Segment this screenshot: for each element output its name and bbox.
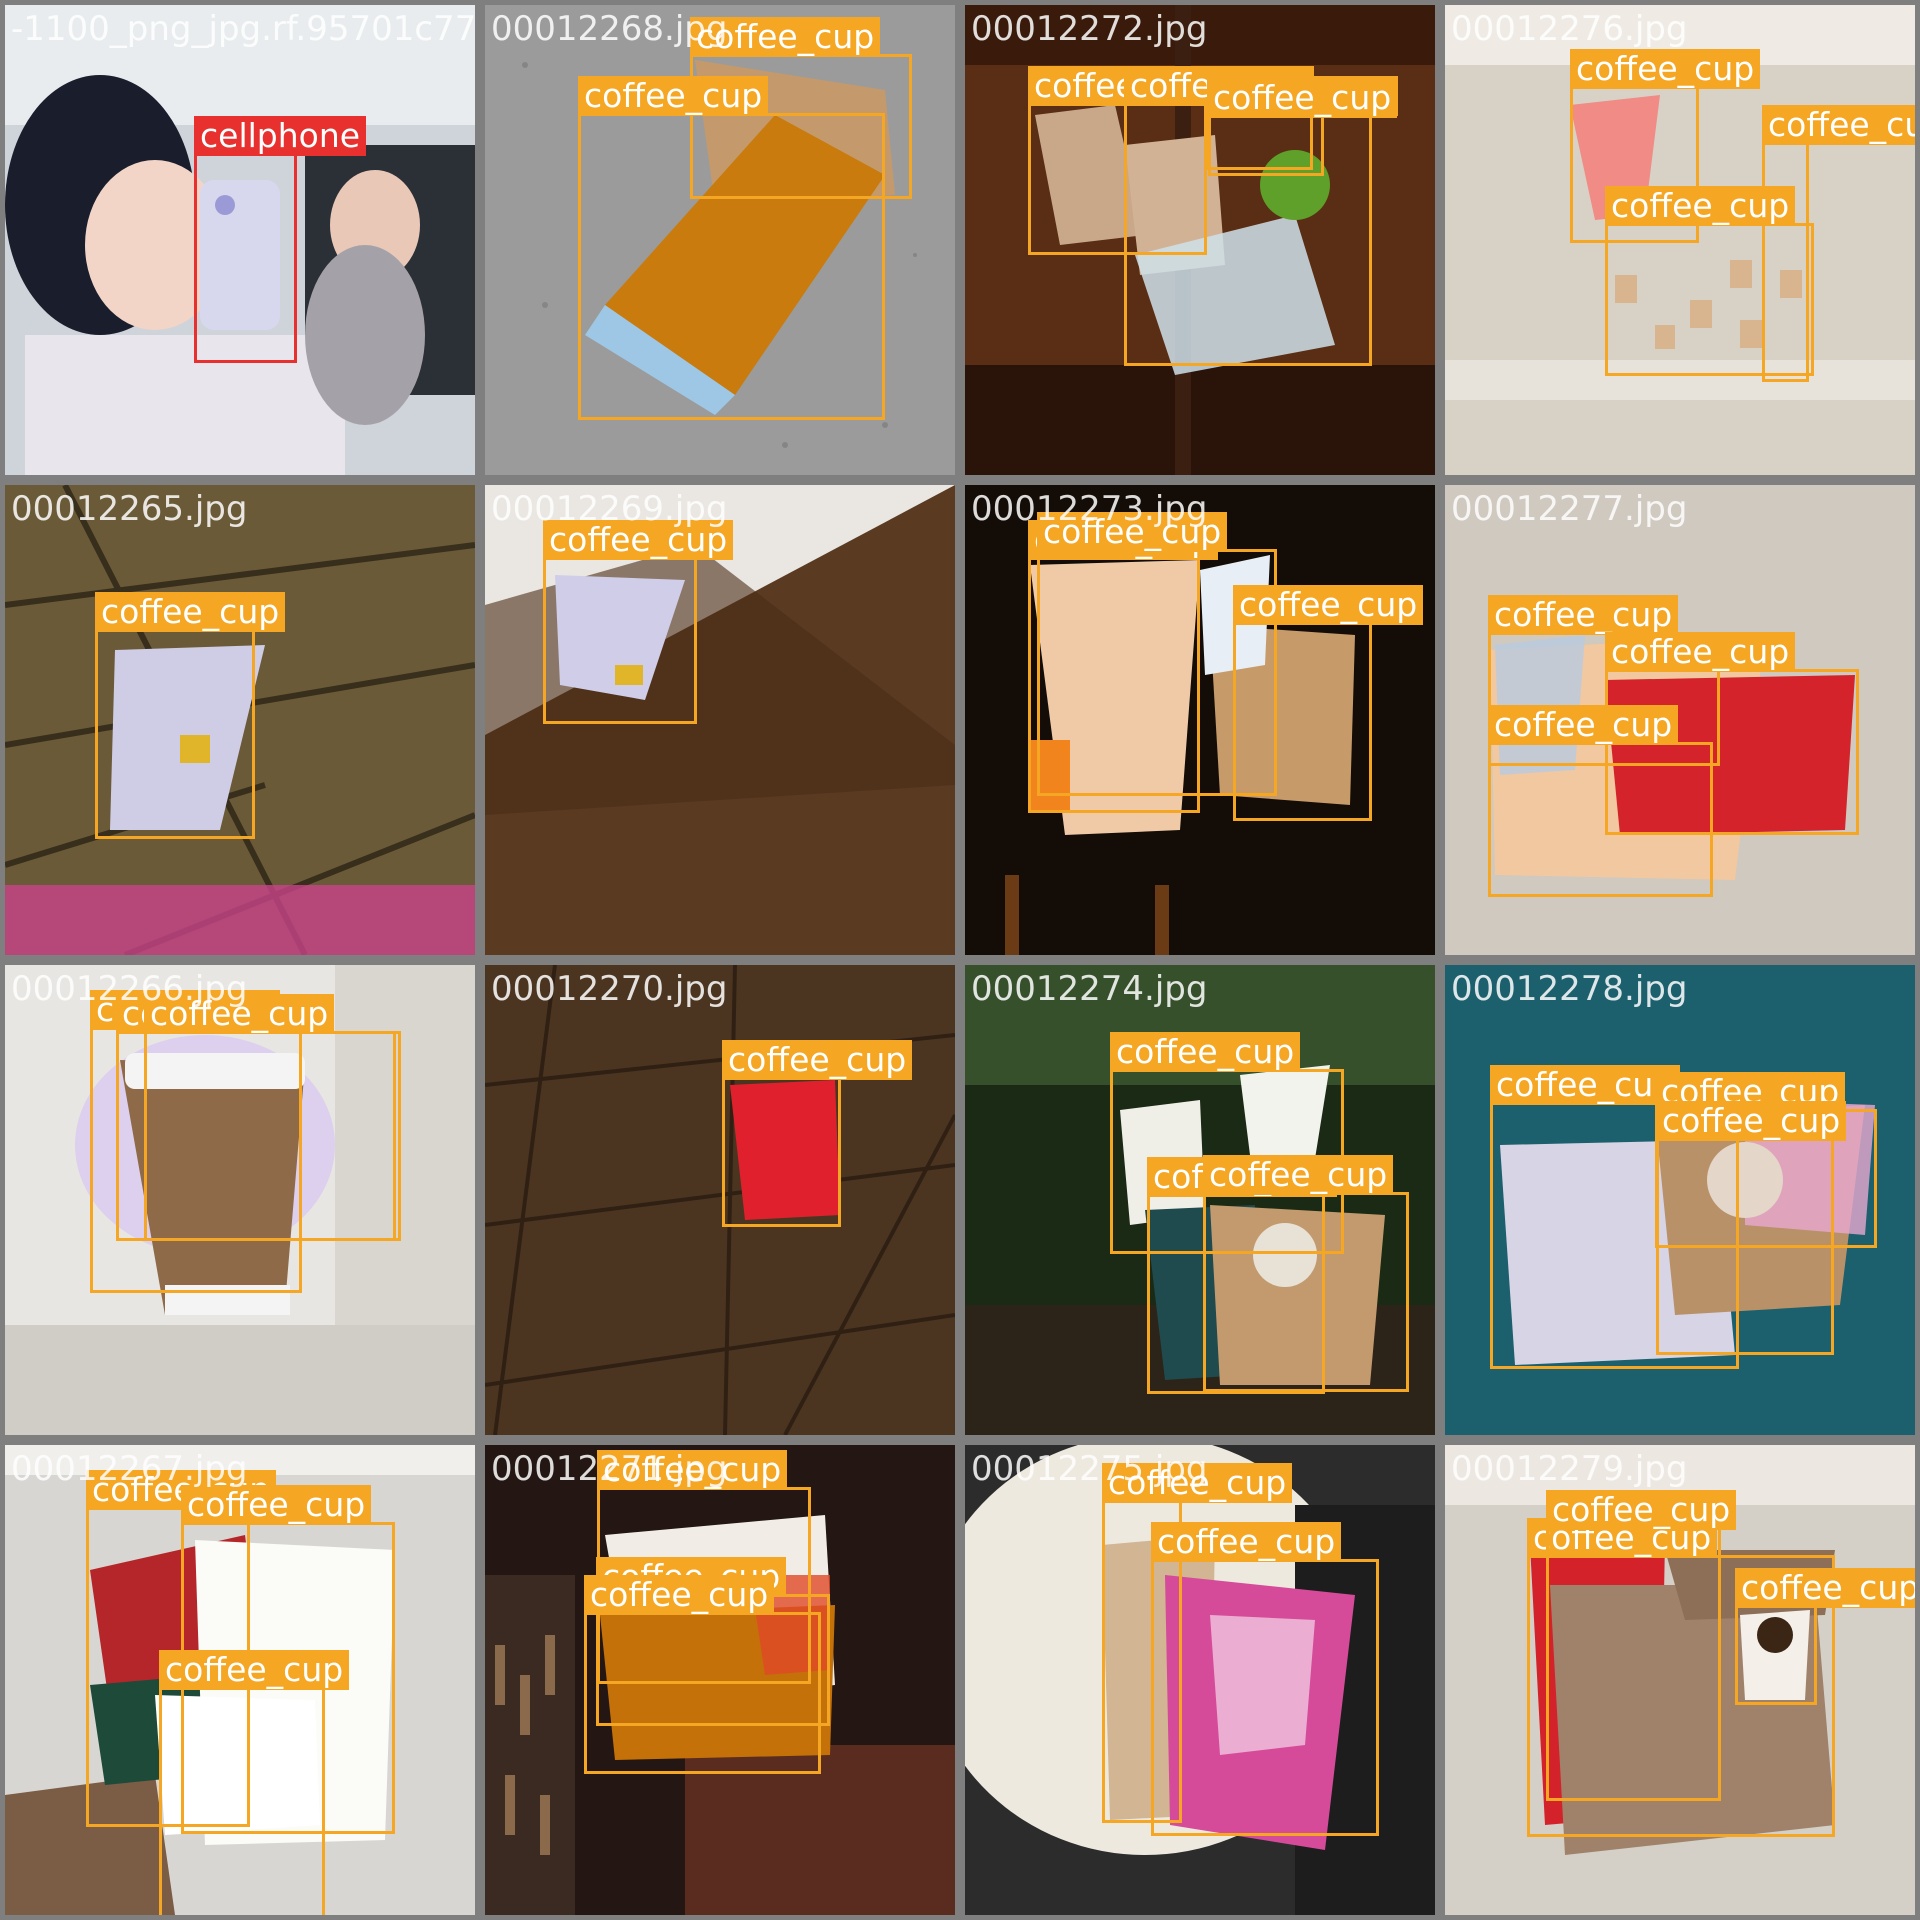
coffee-cup-detection-box: coffee_cup — [543, 520, 734, 724]
detection-label: coffee_cup — [159, 1650, 350, 1690]
detection-label: coffee_cup — [543, 520, 734, 560]
detection-tile: coffee_cupcoffee_cupcoffee_cup00012271.j… — [485, 1445, 955, 1915]
detection-label: coffee_cup — [1570, 49, 1761, 89]
detection-tile: coffee_cup 00012265.jpg — [5, 485, 475, 955]
detection-tile: coffee_cupcoffee_cupcoffee_cup00012273.j… — [965, 485, 1435, 955]
coffee-cup-detection-box: coffee_cup — [1207, 78, 1398, 170]
detection-tile: coffee_cupcoffee_cupcoffee_cup00012266.j… — [5, 965, 475, 1435]
coffee-cup-detection-box: coffee_cup — [1488, 705, 1713, 897]
detection-tile: cellphone -1100_png_jpg.rf.95701c776 — [5, 5, 475, 475]
detection-tile: coffee_cup coffee_cup coffee_cup 00012279.j… — [1445, 1445, 1915, 1915]
detection-label: coffee_cup — [690, 17, 881, 57]
detection-label: coffee_cup — [1656, 1101, 1847, 1141]
detection-label: coffee_cup — [722, 1040, 913, 1080]
detection-label: coffee_cup — [584, 1575, 775, 1615]
coffee-cup-detection-box: coffee_cup — [1233, 585, 1424, 821]
coffee-cup-detection-box: coffee_cup — [159, 1650, 350, 1915]
detection-label: coffee_cup — [1110, 1032, 1301, 1072]
detection-label: coffee_cup — [1546, 1490, 1737, 1530]
detection-label: coffee_cup — [578, 76, 769, 116]
detection-label: coffee_cup — [1151, 1522, 1342, 1562]
detection-label: coffee_cup — [1488, 595, 1679, 635]
detection-tile: coffee_cup coffee_cup coffee_cup 00012278.j… — [1445, 965, 1915, 1435]
detection-tile: coffee_cupcoffee_cupcoffee_cupcoffee_cup… — [965, 5, 1435, 475]
detection-label: coffee_cup — [1037, 512, 1228, 552]
detection-tile: coffee_cupcoffee_cupcoffee_cup00012276.j… — [1445, 5, 1915, 475]
scene-photo — [485, 965, 955, 1435]
coffee-cup-detection-box: coffee_cup — [1605, 186, 1814, 376]
detection-label: coffee_cup — [1490, 1065, 1681, 1105]
detection-label: coffee_cup — [95, 592, 286, 632]
detection-tile: coffee_cupcoffee_cupcoffee_cup00012274.j… — [965, 965, 1435, 1435]
detection-label: cellphone — [194, 116, 367, 156]
coffee-cup-detection-box: coffee_cup — [1546, 1490, 1737, 1801]
cellphone-detection-box: cellphone — [194, 116, 367, 363]
detection-tile: coffee_cup coffee_cup 00012268.jpg — [485, 5, 955, 475]
coffee-cup-detection-box: coffee_cup — [1656, 1101, 1847, 1355]
detection-tile: coffee_cup 00012270.jpg — [485, 965, 955, 1435]
coffee-cup-detection-box: coffee_cup — [1203, 1155, 1409, 1392]
detection-tile: coffee_cup 00012269.jpg — [485, 485, 955, 955]
detection-label: coffee_cup — [1207, 78, 1398, 118]
detection-label: coffee_cup — [1605, 632, 1796, 672]
detection-label: coffee_cup — [181, 1485, 372, 1525]
detection-label: coffee_cup — [1233, 585, 1424, 625]
detection-label: coffee_cup — [1102, 1463, 1293, 1503]
detection-label: coffee_cup — [597, 1450, 788, 1490]
detection-tile: coffee_cup coffee_cup coffee_cup 00012277.j… — [1445, 485, 1915, 955]
detection-label: coffee_cup — [1203, 1155, 1394, 1195]
coffee-cup-detection-box: coffee_cup — [722, 1040, 913, 1227]
detection-label: coffee_cup — [1605, 186, 1796, 226]
coffee-cup-detection-box: coffee_cup — [144, 994, 396, 1241]
coffee-cup-detection-box: coffee_cup — [95, 592, 286, 839]
coffee-cup-detection-box: coffee_cup — [578, 76, 885, 420]
coffee-cup-detection-box: coffee_cup — [584, 1575, 821, 1774]
detection-grid: cellphone -1100_png_jpg.rf.95701c776 coff… — [0, 0, 1920, 1920]
detection-label: coffee_cup — [1735, 1568, 1915, 1608]
detection-label: coffee_cup — [1488, 705, 1679, 745]
coffee-cup-detection-box: coffee_cup — [1735, 1568, 1915, 1705]
detection-label: coffee_cup — [1762, 105, 1915, 145]
detection-label: coffee_cup — [144, 994, 335, 1034]
detection-tile: coffee_cupcoffee_cupcoffee_cup00012267.j… — [5, 1445, 475, 1915]
coffee-cup-detection-box: coffee_cup — [1151, 1522, 1379, 1836]
detection-tile: coffee_cup coffee_cup 00012275.jpg — [965, 1445, 1435, 1915]
